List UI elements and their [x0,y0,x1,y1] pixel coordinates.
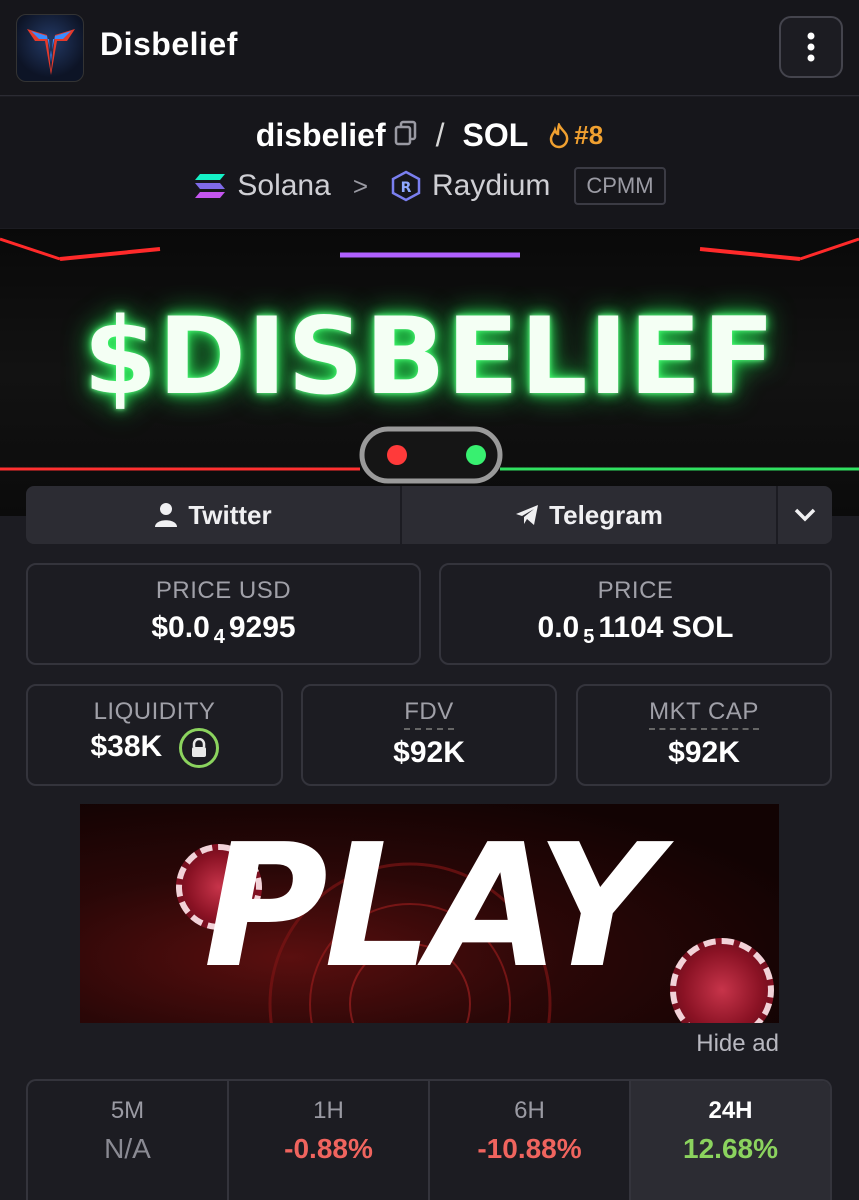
app-bar: Disbelief [0,0,859,96]
rank-value: #8 [574,120,604,150]
trending-rank[interactable]: #8 [548,120,603,151]
market-cap-card: MKT CAP $92K [576,684,832,786]
svg-text:R: R [401,180,412,196]
pair-base: disbelief [255,117,386,153]
banner-title: $DISBELIEF [83,295,776,418]
tab-24h[interactable]: 24H 12.68% [631,1081,830,1200]
chain-name[interactable]: Solana [237,169,330,203]
tab-6h[interactable]: 6H -10.88% [430,1081,631,1200]
token-banner: $DISBELIEF [0,229,859,516]
user-icon [155,503,178,527]
fdv-card: FDV $92K [301,684,557,786]
liquidity-label: LIQUIDITY [93,698,216,725]
price-usd-value: $0.0 4 9295 [151,611,296,648]
fdv-label[interactable]: FDV [404,698,454,730]
pair-separator: / [435,117,445,153]
chevron-down-icon [794,508,816,522]
tab-label: 1H [313,1097,344,1124]
more-links-button[interactable] [778,486,832,544]
timeframe-tabs: 5M N/A 1H -0.88% 6H -10.88% 24H 12.68% [26,1079,832,1200]
pair-quote: SOL [462,117,529,153]
raydium-icon: R [391,170,421,202]
more-menu-button[interactable] [779,16,843,78]
market-cap-label[interactable]: MKT CAP [649,698,759,730]
chevron-right-icon: > [352,170,368,201]
dex-name[interactable]: Raydium [432,169,550,203]
telegram-label: Telegram [549,499,663,530]
change-value: -10.88% [477,1133,582,1164]
token-logo [16,14,84,82]
ad-title: PLAY [203,808,659,1006]
price-native-label: PRICE [597,577,674,604]
tab-label: 24H [708,1097,753,1124]
change-value: -0.88% [284,1133,373,1164]
fdv-value: $92K [393,736,465,769]
telegram-icon [516,505,539,525]
tab-1h[interactable]: 1H -0.88% [229,1081,430,1200]
lock-icon[interactable] [178,728,219,768]
more-vertical-icon [807,32,815,62]
price-native-card: PRICE 0.0 5 1104 SOL [439,563,832,665]
liquidity-card: LIQUIDITY $38K [26,684,283,786]
twitter-link[interactable]: Twitter [26,486,402,544]
liquidity-value: $38K [90,729,163,763]
tab-5m[interactable]: 5M N/A [28,1081,229,1200]
change-value: N/A [104,1133,151,1164]
change-value: 12.68% [683,1133,778,1164]
app-title: Disbelief [100,26,238,62]
twitter-label: Twitter [188,499,272,530]
hide-ad-link[interactable]: Hide ad [696,1030,779,1058]
telegram-link[interactable]: Telegram [402,486,778,544]
tab-label: 5M [110,1097,145,1124]
tab-label: 6H [514,1097,545,1124]
price-usd-label: PRICE USD [155,577,292,604]
ad-banner[interactable]: PLAY [80,804,779,1023]
solana-icon [195,174,226,198]
pair-header: disbelief / SOL #8 Solana > R Raydium CP… [0,97,859,228]
pool-type-badge: CPMM [574,167,666,205]
market-cap-value: $92K [668,736,740,769]
copy-icon[interactable] [394,117,418,154]
price-native-value: 0.0 5 1104 SOL [537,611,734,648]
social-links: Twitter Telegram [26,486,832,544]
flame-icon [550,122,569,148]
price-usd-card: PRICE USD $0.0 4 9295 [26,563,421,665]
